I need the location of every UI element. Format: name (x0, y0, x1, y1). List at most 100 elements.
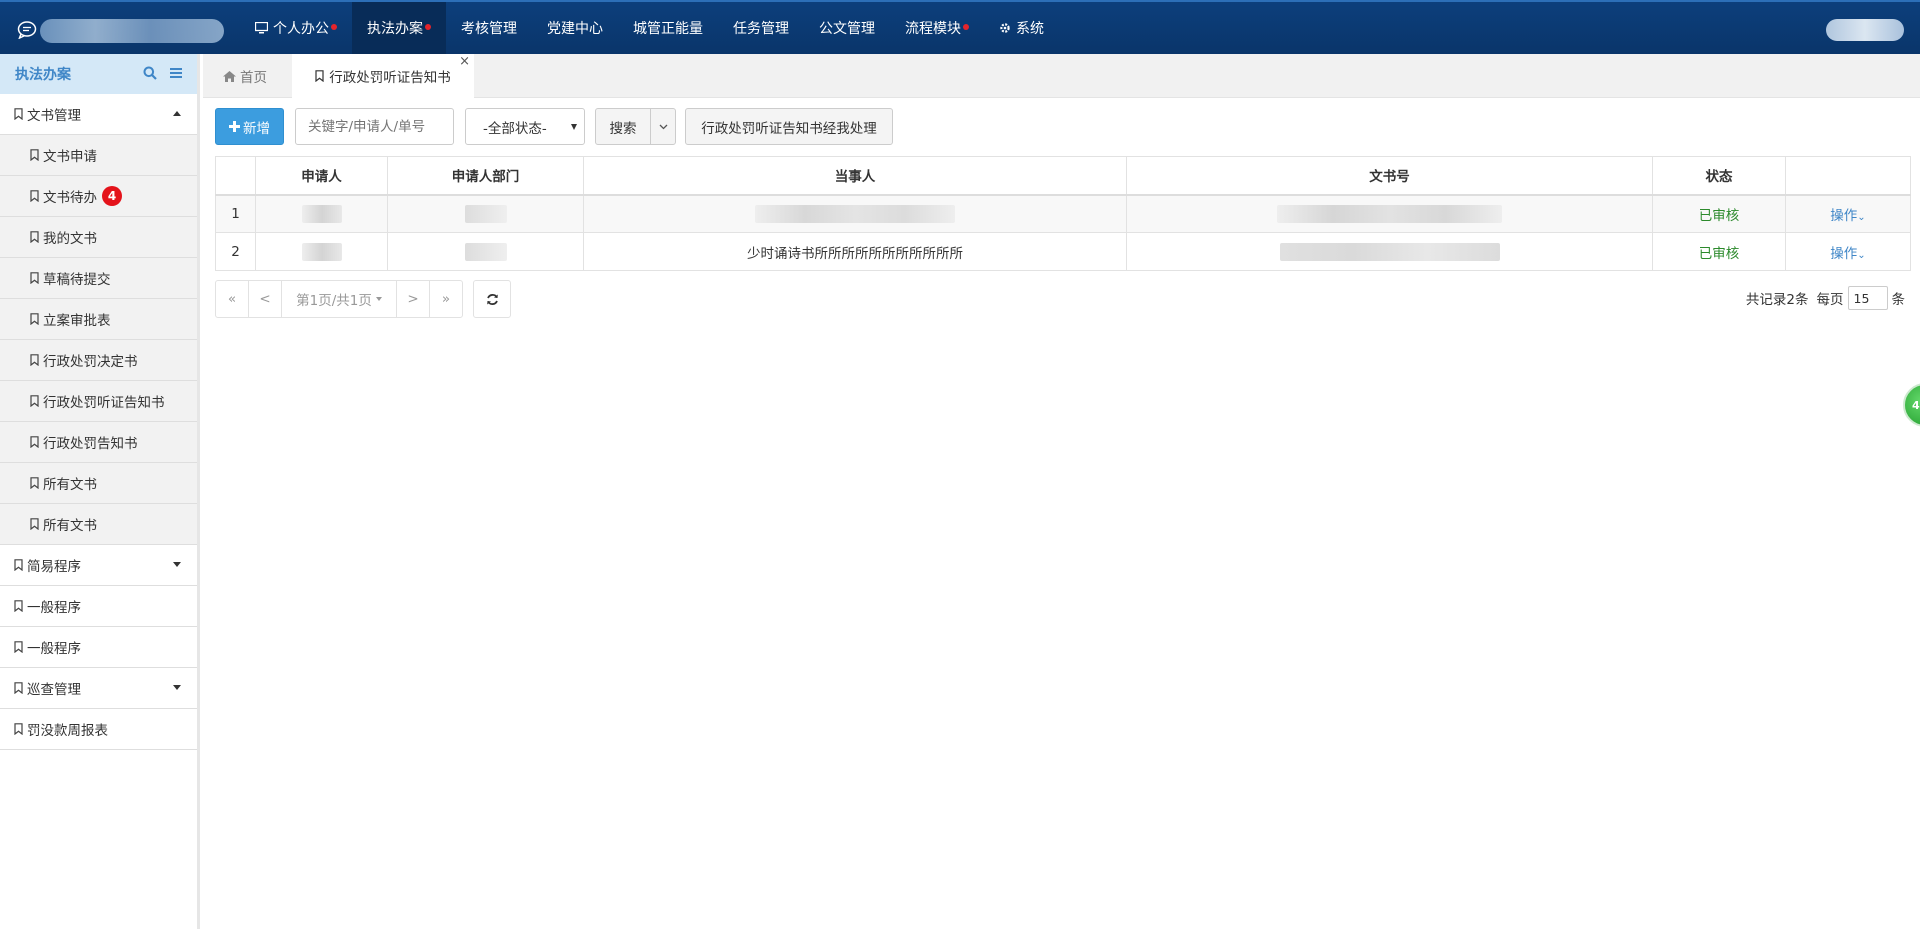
sidebar-item-label: 行政处罚告知书 (43, 436, 138, 452)
nav-item-personal-office[interactable]: 个人办公 (240, 2, 352, 54)
sidebar-item[interactable]: 一般程序 (0, 627, 197, 668)
status-select[interactable]: -全部状态- (465, 108, 585, 145)
sidebar-item[interactable]: 文书申请 (0, 135, 197, 176)
sidebar-item[interactable]: 一般程序 (0, 586, 197, 627)
applicant-cell (255, 194, 388, 233)
sidebar-item[interactable]: 所有文书 (0, 463, 197, 504)
nav-item-label: 流程模块 (905, 21, 961, 37)
table-header-row: 申请人 申请人部门 当事人 文书号 状态 (215, 156, 1911, 196)
redacted-document-number (1279, 242, 1500, 261)
sidebar-item[interactable]: 行政处罚听证告知书 (0, 381, 197, 422)
sidebar-item-label: 所有文书 (43, 477, 97, 493)
nav-item-positive-energy[interactable]: 城管正能量 (618, 2, 718, 54)
sidebar-item[interactable]: 巡查管理 (0, 668, 197, 709)
monitor-icon (255, 22, 268, 34)
per-page-label: 每页 (1816, 292, 1844, 308)
search-icon[interactable] (143, 66, 157, 80)
column-header-party[interactable]: 当事人 (583, 156, 1127, 196)
gear-icon (1000, 23, 1010, 33)
nav-item-label: 系统 (1016, 21, 1044, 37)
bookmark-icon (30, 190, 39, 202)
sidebar-item-label: 文书管理 (27, 108, 81, 124)
sidebar-item[interactable]: 行政处罚决定书 (0, 340, 197, 381)
menu-icon[interactable] (169, 66, 183, 80)
add-button[interactable]: 新增 (215, 108, 284, 145)
column-header-status[interactable]: 状态 (1652, 156, 1786, 196)
sidebar-item[interactable]: 立案审批表 (0, 299, 197, 340)
sidebar-item-label: 罚没款周报表 (27, 723, 108, 739)
table-row[interactable]: 2 少时诵诗书所所所所所所所所所所所 已审核 操作⌄ (215, 232, 1911, 271)
tab-label: 首页 (240, 70, 267, 86)
sidebar-item-label: 所有文书 (43, 518, 97, 534)
nav-item-party-center[interactable]: 党建中心 (532, 2, 618, 54)
status-cell: 已审核 (1652, 194, 1786, 233)
pagination-info: 共记录2条 每页 15 条 (1746, 284, 1905, 312)
nav-item-system[interactable]: 系统 (984, 2, 1059, 54)
prev-page-button[interactable]: < (248, 280, 282, 318)
table-row[interactable]: 1 已审核 操作⌄ (215, 194, 1911, 233)
nav-item-workflow[interactable]: 流程模块 (890, 2, 984, 54)
document-number-cell (1126, 194, 1653, 233)
nav-item-label: 党建中心 (547, 21, 603, 37)
nav-item-label: 任务管理 (733, 21, 789, 37)
sidebar-item[interactable]: 行政处罚告知书 (0, 422, 197, 463)
refresh-button[interactable] (473, 280, 511, 318)
caret-down-icon (571, 124, 577, 130)
nav-item-task-management[interactable]: 任务管理 (718, 2, 804, 54)
per-page-input[interactable]: 15 (1847, 286, 1888, 310)
status-select-value: -全部状态- (483, 120, 547, 137)
next-page-button[interactable]: > (396, 280, 430, 318)
chevron-down-icon: ⌄ (1857, 211, 1866, 223)
search-options-button[interactable] (650, 108, 676, 145)
party-cell (583, 194, 1127, 233)
search-input[interactable] (295, 108, 454, 145)
last-page-button[interactable]: » (429, 280, 463, 318)
nav-item-label: 个人办公 (273, 21, 329, 37)
sidebar-item[interactable]: 我的文书 (0, 217, 197, 258)
sidebar: 执法办案 文书管理 文书申请 文书待办 4 我的文书 草稿待提交 立案审批表 行政处罚决定书行… (0, 54, 200, 929)
handled-by-me-button[interactable]: 行政处罚听证告知书经我处理 (685, 108, 893, 145)
nav-item-law-enforcement[interactable]: 执法办案 (352, 2, 446, 54)
floating-widget[interactable]: 48 (1903, 383, 1920, 427)
sidebar-item-label: 一般程序 (27, 641, 81, 657)
sidebar-item[interactable]: 简易程序 (0, 545, 197, 586)
sidebar-item[interactable]: 草稿待提交 (0, 258, 197, 299)
sidebar-item[interactable]: 所有文书 (0, 504, 197, 545)
page-select[interactable]: 第1页/共1页 (281, 280, 397, 318)
caret-down-icon (375, 297, 382, 301)
notification-dot (963, 24, 969, 30)
tab-label: 行政处罚听证告知书 (329, 70, 451, 86)
sidebar-item-label: 立案审批表 (43, 313, 111, 329)
tab-hearing-notice[interactable]: 行政处罚听证告知书 × (292, 54, 474, 98)
first-page-button[interactable]: « (215, 280, 249, 318)
home-icon (223, 70, 236, 82)
tab-home[interactable]: 首页 (223, 54, 267, 98)
column-header-applicant[interactable]: 申请人 (255, 156, 388, 196)
bookmark-icon (30, 518, 39, 530)
column-header-document-number[interactable]: 文书号 (1126, 156, 1653, 196)
actions-dropdown[interactable]: 操作⌄ (1830, 208, 1865, 224)
per-page-unit: 条 (1891, 292, 1906, 308)
sidebar-item[interactable]: 文书管理 (0, 94, 197, 135)
notification-dot (425, 24, 431, 30)
nav-item-document-management[interactable]: 公文管理 (804, 2, 890, 54)
app-logo (40, 19, 224, 43)
actions-dropdown[interactable]: 操作⌄ (1830, 246, 1865, 262)
user-avatar[interactable] (1826, 19, 1904, 41)
search-button[interactable]: 搜索 (595, 108, 651, 145)
row-index: 1 (215, 194, 256, 233)
sidebar-title: 执法办案 (15, 67, 71, 83)
main-nav: 个人办公 执法办案 考核管理 党建中心 城管正能量 任务管理 公文管理 流程模块… (240, 2, 1059, 54)
bookmark-icon (315, 70, 324, 82)
sidebar-item-label: 我的文书 (43, 231, 97, 247)
nav-item-assessment[interactable]: 考核管理 (446, 2, 532, 54)
sidebar-item[interactable]: 文书待办 4 (0, 176, 197, 217)
column-header-department[interactable]: 申请人部门 (387, 156, 584, 196)
sidebar-item-label: 一般程序 (27, 600, 81, 616)
sidebar-item[interactable]: 罚没款周报表 (0, 709, 197, 750)
actions-cell: 操作⌄ (1785, 194, 1911, 233)
chevron-down-icon: ⌄ (1857, 249, 1866, 261)
bookmark-icon (30, 272, 39, 284)
nav-item-label: 公文管理 (819, 21, 875, 37)
close-icon[interactable]: × (459, 54, 470, 69)
